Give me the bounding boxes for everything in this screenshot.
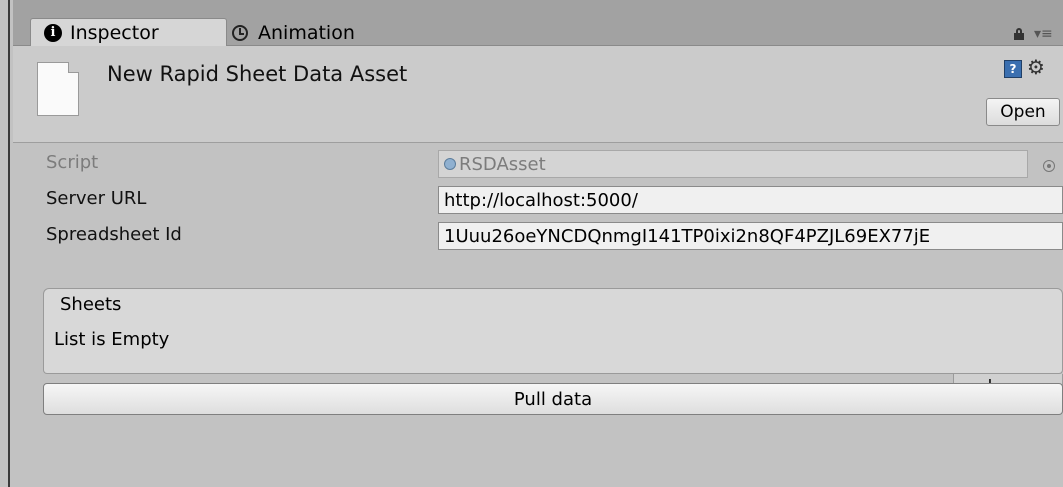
spreadsheet-id-field[interactable]: 1Uuu26oeYNCDQnmgI141TP0ixi2n8QF4PZJL69EX… [438, 222, 1063, 250]
gear-icon[interactable]: ⚙ [1027, 55, 1045, 79]
inspector-header: New Rapid Sheet Data Asset ? ⚙ Open [13, 46, 1063, 143]
tab-animation[interactable]: Animation [230, 20, 380, 46]
sheets-label: Sheets [60, 293, 122, 315]
tab-bar: i Inspector Animation ▾≡ [13, 0, 1063, 46]
list-empty-text: List is Empty [54, 329, 170, 350]
sheets-list-header[interactable]: Sheets [43, 288, 1063, 320]
object-picker-icon[interactable] [1043, 160, 1055, 172]
document-icon [37, 62, 79, 116]
script-icon [444, 158, 456, 170]
pull-data-button[interactable]: Pull data [43, 383, 1063, 415]
window-border [0, 0, 13, 487]
sheets-list: List is Empty [43, 319, 1063, 374]
script-value: RSDAsset [459, 153, 546, 175]
spreadsheet-id-label: Spreadsheet Id [46, 224, 182, 245]
server-url-field[interactable]: http://localhost:5000/ [438, 186, 1063, 214]
lock-icon[interactable] [1013, 28, 1025, 40]
menu-icon[interactable]: ▾≡ [1034, 26, 1053, 42]
clock-icon [232, 25, 248, 41]
help-icon[interactable]: ? [1004, 60, 1022, 78]
tab-animation-label: Animation [258, 22, 355, 44]
asset-title: New Rapid Sheet Data Asset [107, 62, 408, 86]
inspector-body: Script RSDAsset Server URL http://localh… [13, 143, 1063, 487]
open-button[interactable]: Open [986, 98, 1060, 126]
tab-inspector[interactable]: i Inspector [30, 18, 227, 46]
tab-inspector-label: Inspector [70, 21, 159, 44]
info-icon: i [44, 23, 62, 42]
script-label: Script [46, 152, 99, 173]
script-field[interactable]: RSDAsset [438, 150, 1028, 178]
server-url-label: Server URL [46, 188, 147, 209]
